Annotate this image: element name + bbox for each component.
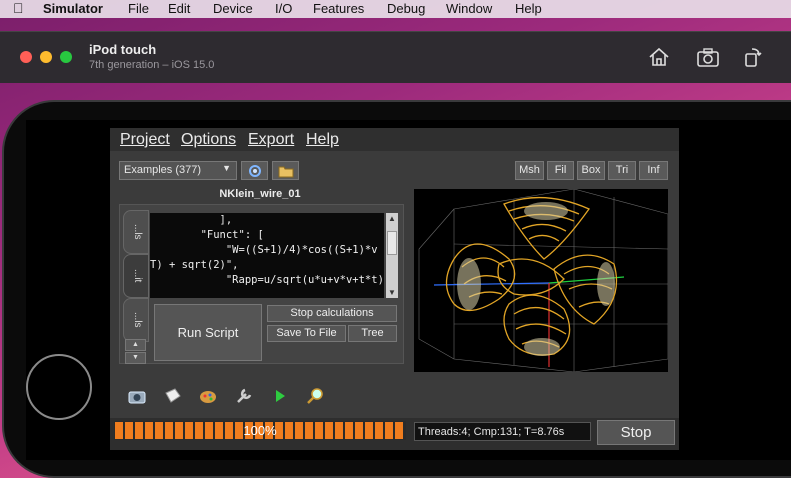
progress-segment <box>385 422 393 439</box>
scroll-up-arrow-icon[interactable]: ▲ <box>386 214 398 223</box>
progress-segment <box>145 422 153 439</box>
chevron-down-icon: ▼ <box>222 163 231 173</box>
tab-down-button[interactable]: ▼ <box>125 352 146 364</box>
progress-segment <box>315 422 323 439</box>
mesh-button[interactable]: Msh <box>515 161 544 180</box>
fill-button[interactable]: Fil <box>547 161 574 180</box>
progress-bar: 100% <box>114 421 406 440</box>
stop-calculations-button[interactable]: Stop calculations <box>267 305 397 322</box>
progress-segment <box>205 422 213 439</box>
run-script-button[interactable]: Run Script <box>154 304 262 361</box>
examples-select-value: Examples (377) <box>124 164 202 176</box>
progress-segment <box>165 422 173 439</box>
progress-segment <box>155 422 163 439</box>
tab-up-button[interactable]: ▲ <box>125 339 146 351</box>
play-icon[interactable] <box>270 387 290 405</box>
progress-segment <box>325 422 333 439</box>
tri-button[interactable]: Tri <box>608 161 636 180</box>
save-to-file-button[interactable]: Save To File <box>267 325 346 342</box>
progress-segment <box>365 422 373 439</box>
app-window: Project Options Export Help Examples (37… <box>110 128 679 450</box>
editor-scrollbar[interactable]: ▲ ▼ <box>386 213 398 298</box>
progress-segment <box>295 422 303 439</box>
code-line: "Funct": [ <box>150 229 264 241</box>
progress-segment <box>395 422 403 439</box>
folder-icon <box>278 166 293 178</box>
status-bar: 100% Threads:4; Cmp:131; T=8.76s Stop <box>110 418 679 450</box>
minimize-window-button[interactable] <box>40 51 52 63</box>
menu-edit[interactable]: Edit <box>168 1 190 16</box>
menu-help[interactable]: Help <box>515 1 542 16</box>
progress-segment <box>125 422 133 439</box>
progress-segment <box>175 422 183 439</box>
script-code-editor[interactable]: ], "Funct": [ "W=((S+1)/4)*cos((S+1)*v +… <box>150 213 384 298</box>
home-icon[interactable] <box>646 44 672 70</box>
progress-segment <box>345 422 353 439</box>
palette-icon[interactable] <box>198 387 218 405</box>
wrench-icon[interactable] <box>234 387 254 405</box>
progress-label: 100% <box>243 423 277 438</box>
zoom-window-button[interactable] <box>60 51 72 63</box>
progress-segment <box>335 422 343 439</box>
bottom-toolbar <box>110 381 679 411</box>
progress-segment <box>215 422 223 439</box>
refresh-button[interactable] <box>241 161 268 180</box>
examples-select[interactable]: Examples (377) ▼ <box>119 161 237 180</box>
scrollbar-thumb[interactable] <box>387 231 397 255</box>
scroll-down-arrow-icon[interactable]: ▼ <box>386 288 398 297</box>
simulator-title-bar: iPod touch 7th generation – iOS 15.0 <box>0 31 791 83</box>
progress-segment <box>305 422 313 439</box>
box-button[interactable]: Box <box>577 161 605 180</box>
progress-segment <box>235 422 243 439</box>
code-line: T) + sqrt(2)", <box>150 259 239 271</box>
device-subtitle: 7th generation – iOS 15.0 <box>89 59 215 71</box>
refresh-icon <box>248 165 261 177</box>
mac-menu-bar:  Simulator File Edit Device I/O Feature… <box>0 0 791 18</box>
menu-device[interactable]: Device <box>213 1 253 16</box>
menu-file[interactable]: File <box>128 1 149 16</box>
script-file-name: NKlein_wire_01 <box>219 188 301 200</box>
progress-segment <box>185 422 193 439</box>
progress-segment <box>135 422 143 439</box>
device-home-button[interactable] <box>26 354 92 420</box>
tab-it[interactable]: ...it <box>123 254 149 298</box>
stop-button[interactable]: Stop <box>597 420 675 445</box>
menu-debug[interactable]: Debug <box>387 1 425 16</box>
progress-segment <box>195 422 203 439</box>
3d-viewport[interactable] <box>414 188 669 373</box>
menu-features[interactable]: Features <box>313 1 364 16</box>
document-icon[interactable] <box>163 387 183 405</box>
code-line: ], <box>150 214 233 226</box>
apple-icon[interactable]:  <box>13 0 24 16</box>
menu-help-app[interactable]: Help <box>306 131 339 149</box>
tree-button[interactable]: Tree <box>348 325 397 342</box>
tab-ls-1[interactable]: ...ls <box>123 210 149 254</box>
screenshot-icon[interactable] <box>695 44 721 70</box>
device-name: iPod touch <box>89 42 157 57</box>
code-line: "Rapp=u/sqrt(u*u+v*v+t*t)", <box>150 274 384 286</box>
progress-segment <box>375 422 383 439</box>
menu-options[interactable]: Options <box>181 131 236 149</box>
menu-io[interactable]: I/O <box>275 1 292 16</box>
app-menu-bar: Project Options Export Help <box>110 128 679 151</box>
progress-segment <box>225 422 233 439</box>
menu-project[interactable]: Project <box>120 131 170 149</box>
status-text: Threads:4; Cmp:131; T=8.76s <box>414 422 591 441</box>
progress-segment <box>285 422 293 439</box>
menu-window[interactable]: Window <box>446 1 492 16</box>
progress-segment <box>355 422 363 439</box>
menu-export[interactable]: Export <box>248 131 294 149</box>
rotate-icon[interactable] <box>740 44 766 70</box>
menu-app-name[interactable]: Simulator <box>43 1 103 16</box>
code-line: "W=((S+1)/4)*cos((S+1)*v + pi/ <box>225 244 384 256</box>
info-button[interactable]: Inf <box>639 161 668 180</box>
open-folder-button[interactable] <box>272 161 299 180</box>
tab-ls-2[interactable]: ...ls <box>123 298 149 342</box>
progress-segment <box>115 422 123 439</box>
camera-icon[interactable] <box>127 387 147 405</box>
klein-bottle-render <box>418 188 669 373</box>
magnifier-icon[interactable] <box>306 387 326 405</box>
close-window-button[interactable] <box>20 51 32 63</box>
